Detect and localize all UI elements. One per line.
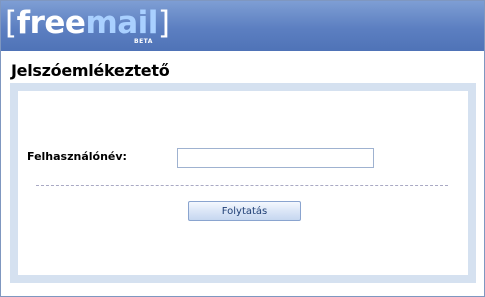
page-frame: [freemail] BETA Jelszóemlékeztető Felhas… [0,0,485,297]
form-panel: Felhasználónév: Folytatás [10,83,476,283]
beta-badge: BETA [134,38,153,45]
freemail-logo[interactable]: [freemail] [5,3,170,43]
header-bar: [freemail] BETA [1,1,484,51]
logo-text-mail: mail [85,5,158,41]
username-label: Felhasználónév: [27,150,127,163]
logo-bracket-open: [ [5,5,17,41]
logo-text-free: free [16,5,86,41]
form-panel-inner: Felhasználónév: Folytatás [18,91,468,275]
dashed-divider [36,185,448,186]
logo-bracket-close: ] [157,5,170,41]
username-input[interactable] [177,148,374,168]
continue-button[interactable]: Folytatás [188,201,301,221]
page-title: Jelszóemlékeztető [11,61,170,80]
